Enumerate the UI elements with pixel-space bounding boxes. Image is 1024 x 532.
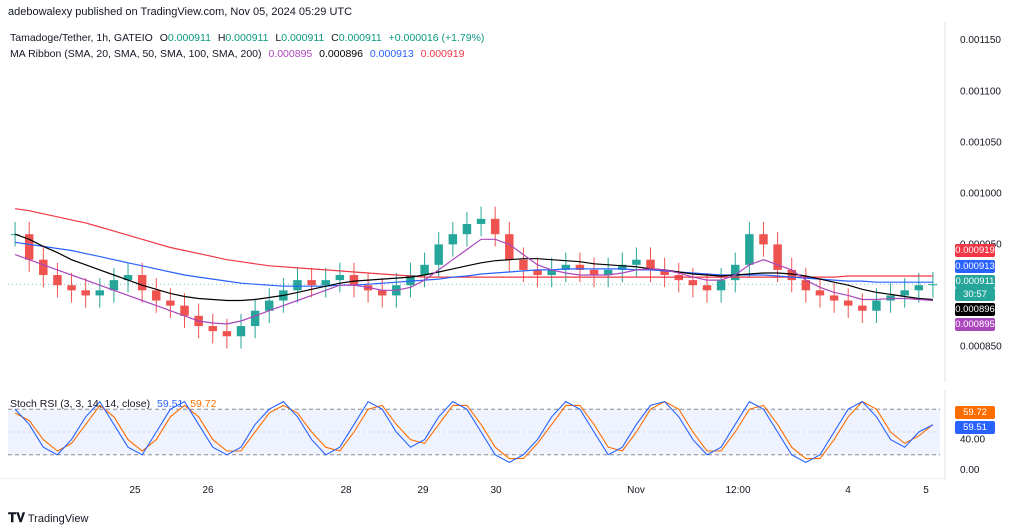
- price-tag-5: 0.000895: [955, 318, 995, 331]
- ma-ribbon-title: MA Ribbon (SMA, 20, SMA, 50, SMA, 100, S…: [10, 48, 262, 60]
- candle-body-60: [858, 305, 867, 311]
- price-tag-0: 0.000919: [955, 244, 995, 257]
- price-tick-5: 0.000850: [960, 341, 1002, 352]
- tradingview-label: TradingView: [27, 513, 89, 525]
- stoch-tag-0: 59.72: [955, 406, 995, 419]
- ma50-value: 0.000896: [319, 48, 363, 60]
- candle-body-14: [208, 326, 217, 332]
- candle-body-29: [420, 264, 429, 276]
- low-value: 0.000911: [281, 32, 325, 44]
- candle-body-4: [67, 285, 76, 291]
- candle-body-49: [702, 285, 712, 291]
- stoch-tag-1: 59.51: [955, 421, 995, 434]
- candle-body-50: [716, 280, 726, 291]
- candle-body-30: [434, 244, 443, 265]
- close-label: C: [331, 32, 339, 44]
- price-tag-2: 0.000911: [955, 275, 995, 288]
- price-tag-3: 30:57: [955, 288, 995, 301]
- candle-body-22: [321, 280, 330, 286]
- time-tick-5: Nov: [627, 485, 645, 496]
- time-tick-8: 5: [923, 485, 929, 496]
- candle-body-64: [914, 285, 924, 291]
- price-tick-2: 0.001050: [960, 137, 1002, 148]
- ma200-line: [15, 208, 933, 278]
- stoch-rsi-panel[interactable]: 40.00 0.00 Stoch RSI (3, 3, 14, 14, close…: [0, 390, 1024, 480]
- time-tick-6: 12:00: [725, 485, 750, 496]
- price-chart-svg[interactable]: 0.0011500.0011000.0010500.0010000.000950…: [0, 22, 1024, 382]
- candle-body-57: [815, 290, 825, 296]
- candle-body-52: [745, 234, 754, 265]
- close-value: 0.000911: [338, 32, 382, 44]
- stoch-title: Stoch RSI (3, 3, 14, 14, close): [10, 398, 151, 410]
- time-tick-4: 30: [490, 485, 502, 496]
- candle-body-58: [829, 295, 839, 301]
- candle-body-61: [872, 300, 881, 311]
- ma20-value: 0.000895: [268, 48, 313, 60]
- candle-body-2: [39, 259, 48, 276]
- candle-body-24: [349, 275, 359, 286]
- stoch-k-value: 59.51: [157, 398, 184, 410]
- stoch-tick-0: 40.00: [960, 435, 985, 446]
- candle-body-48: [688, 280, 698, 286]
- stoch-legend: Stoch RSI (3, 3, 14, 14, close) 59.51 59…: [10, 398, 216, 410]
- candle-body-15: [222, 331, 232, 337]
- price-panel[interactable]: 0.0011500.0011000.0010500.0010000.000950…: [0, 22, 1024, 382]
- price-tick-3: 0.001000: [960, 188, 1002, 199]
- price-tag-1: 0.000913: [955, 260, 995, 273]
- candle-body-11: [166, 300, 175, 306]
- published-header: adebowalexy published on TradingView.com…: [8, 6, 353, 18]
- symbol-legend: Tamadoge/Tether, 1h, GATEIO O0.000911 H0…: [10, 32, 484, 44]
- stoch-tick-1: 0.00: [960, 465, 980, 476]
- price-tick-1: 0.001100: [960, 86, 1001, 97]
- candle-body-59: [843, 300, 853, 306]
- price-tick-0: 0.001150: [960, 35, 1001, 46]
- time-tick-3: 29: [417, 485, 429, 496]
- candle-body-21: [307, 280, 316, 286]
- candle-body-17: [250, 310, 260, 327]
- price-tag-4: 0.000896: [955, 303, 995, 316]
- candle-body-10: [152, 290, 161, 301]
- candle-body-53: [759, 234, 768, 245]
- ma20-line: [14, 238, 933, 325]
- symbol-title: Tamadoge/Tether, 1h, GATEIO: [10, 32, 153, 44]
- candle-body-16: [236, 326, 246, 337]
- candle-body-3: [53, 275, 62, 286]
- ma200-value: 0.000919: [420, 48, 465, 60]
- change-value: +0.000016 (+1.79%): [388, 32, 485, 44]
- candle-body-36: [519, 259, 528, 270]
- open-label: O: [159, 32, 168, 44]
- candle-body-6: [95, 290, 105, 296]
- candle-body-20: [293, 280, 302, 291]
- time-tick-2: 28: [340, 485, 352, 496]
- candle-body-31: [448, 234, 458, 245]
- candle-body-63: [900, 290, 909, 296]
- candle-body-5: [81, 290, 90, 296]
- stoch-d-value: 59.72: [190, 398, 217, 410]
- candle-body-34: [490, 218, 500, 235]
- time-tick-7: 4: [845, 485, 851, 496]
- candle-body-33: [476, 218, 486, 224]
- time-tick-0: 25: [129, 485, 141, 496]
- candle-body-41: [589, 269, 599, 276]
- open-value: 0.000911: [167, 32, 211, 44]
- candle-body-9: [137, 275, 147, 291]
- tradingview-logo-icon: 𝐓𝐕: [8, 510, 25, 525]
- tradingview-footer[interactable]: 𝐓𝐕 TradingView: [8, 510, 88, 526]
- candle-body-26: [377, 290, 387, 296]
- time-axis-svg: 25 26 28 29 30 Nov 12:00 4 5: [0, 477, 945, 496]
- time-tick-1: 26: [202, 485, 214, 496]
- time-axis[interactable]: 25 26 28 29 30 Nov 12:00 4 5: [0, 477, 1024, 502]
- high-value: 0.000911: [225, 32, 269, 44]
- candle-body-23: [335, 275, 345, 281]
- ma100-value: 0.000913: [369, 48, 414, 60]
- candle-body-65: [928, 284, 938, 286]
- ma-ribbon-legend: MA Ribbon (SMA, 20, SMA, 50, SMA, 100, S…: [10, 48, 464, 60]
- candle-body-44: [632, 259, 641, 265]
- candle-body-32: [462, 223, 472, 235]
